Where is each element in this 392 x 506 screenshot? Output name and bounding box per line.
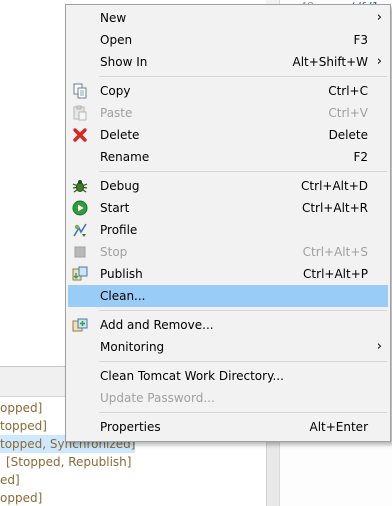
menu-item-label: Copy — [100, 84, 131, 98]
menu-item-add-and-remove[interactable]: Add and Remove... — [68, 314, 388, 336]
context-menu: New › Open F3 Show In Alt+Shift+W › Copy… — [65, 4, 391, 442]
server-row[interactable]: [Stopped, Republish] — [6, 453, 131, 471]
server-row[interactable]: opped] — [0, 489, 42, 506]
menu-item-label: Start — [100, 201, 130, 215]
submenu-arrow-icon: › — [376, 10, 382, 25]
menu-item-label: Show In — [100, 55, 148, 69]
menu-item-profile[interactable]: Profile — [68, 219, 388, 241]
menu-item-label: Rename — [100, 150, 150, 164]
menu-item-label: Monitoring — [100, 340, 165, 354]
menu-separator — [99, 171, 387, 172]
menu-item-shortcut: Ctrl+C — [328, 84, 368, 98]
menu-item-shortcut: F3 — [353, 33, 368, 47]
menu-separator — [99, 310, 387, 311]
menu-item-delete[interactable]: Delete Delete — [68, 124, 388, 146]
menu-item-label: Update Password... — [100, 391, 215, 405]
menu-item-shortcut: Ctrl+Alt+D — [301, 179, 368, 193]
menu-item-show-in[interactable]: Show In Alt+Shift+W › — [68, 51, 388, 73]
menu-item-shortcut: Ctrl+Alt+S — [302, 245, 368, 259]
menu-item-label: Open — [100, 33, 133, 47]
publish-icon — [72, 266, 88, 281]
menu-item-shortcut: Ctrl+Alt+P — [303, 267, 368, 281]
menu-item-new[interactable]: New › — [68, 7, 388, 29]
menu-item-label: Properties — [100, 420, 161, 434]
delete-icon — [73, 128, 87, 142]
server-row[interactable]: opped] — [0, 399, 42, 417]
copy-icon — [73, 83, 87, 99]
menu-item-publish[interactable]: Publish Ctrl+Alt+P — [68, 263, 388, 285]
menu-item-monitoring[interactable]: Monitoring › — [68, 336, 388, 358]
server-row[interactable]: topped] — [0, 417, 47, 435]
menu-item-start[interactable]: Start Ctrl+Alt+R — [68, 197, 388, 219]
menu-item-label: Add and Remove... — [100, 318, 214, 332]
add-remove-icon — [72, 318, 88, 332]
play-icon — [72, 200, 88, 216]
menu-item-paste[interactable]: Paste Ctrl+V — [68, 102, 388, 124]
bug-icon — [72, 180, 88, 193]
menu-item-label: Debug — [100, 179, 140, 193]
menu-item-copy[interactable]: Copy Ctrl+C — [68, 80, 388, 102]
menu-item-shortcut: Ctrl+V — [328, 106, 368, 120]
menu-item-label: Clean... — [100, 289, 146, 303]
submenu-arrow-icon: › — [376, 339, 382, 354]
menu-item-label: Delete — [100, 128, 140, 142]
menu-item-shortcut: Alt+Shift+W — [292, 55, 369, 69]
menu-item-stop[interactable]: Stop Ctrl+Alt+S — [68, 241, 388, 263]
menu-separator — [99, 76, 387, 77]
menu-item-update-password[interactable]: Update Password... — [68, 387, 388, 409]
submenu-arrow-icon: › — [376, 54, 382, 69]
profile-icon — [73, 223, 87, 237]
menu-item-shortcut: F2 — [353, 150, 368, 164]
menu-item-clean-tomcat-work-directory[interactable]: Clean Tomcat Work Directory... — [68, 365, 388, 387]
menu-item-open[interactable]: Open F3 — [68, 29, 388, 51]
menu-item-debug[interactable]: Debug Ctrl+Alt+D — [68, 175, 388, 197]
menu-item-shortcut: Alt+Enter — [309, 420, 368, 434]
menu-item-label: Profile — [100, 223, 138, 237]
paste-icon — [73, 105, 87, 121]
menu-separator — [99, 361, 387, 362]
menu-separator — [99, 412, 387, 413]
menu-item-shortcut: Ctrl+Alt+R — [301, 201, 368, 215]
stop-icon — [74, 246, 86, 258]
menu-item-label: Clean Tomcat Work Directory... — [100, 369, 284, 383]
menu-item-label: Stop — [100, 245, 128, 259]
menu-item-clean[interactable]: Clean... — [68, 285, 388, 307]
menu-item-rename[interactable]: Rename F2 — [68, 146, 388, 168]
menu-item-label: Publish — [100, 267, 143, 281]
menu-item-properties[interactable]: Properties Alt+Enter — [68, 416, 388, 438]
menu-item-label: New — [100, 11, 127, 25]
server-row[interactable]: ed] — [0, 471, 20, 489]
menu-item-shortcut: Delete — [328, 128, 368, 142]
menu-item-label: Paste — [100, 106, 133, 120]
